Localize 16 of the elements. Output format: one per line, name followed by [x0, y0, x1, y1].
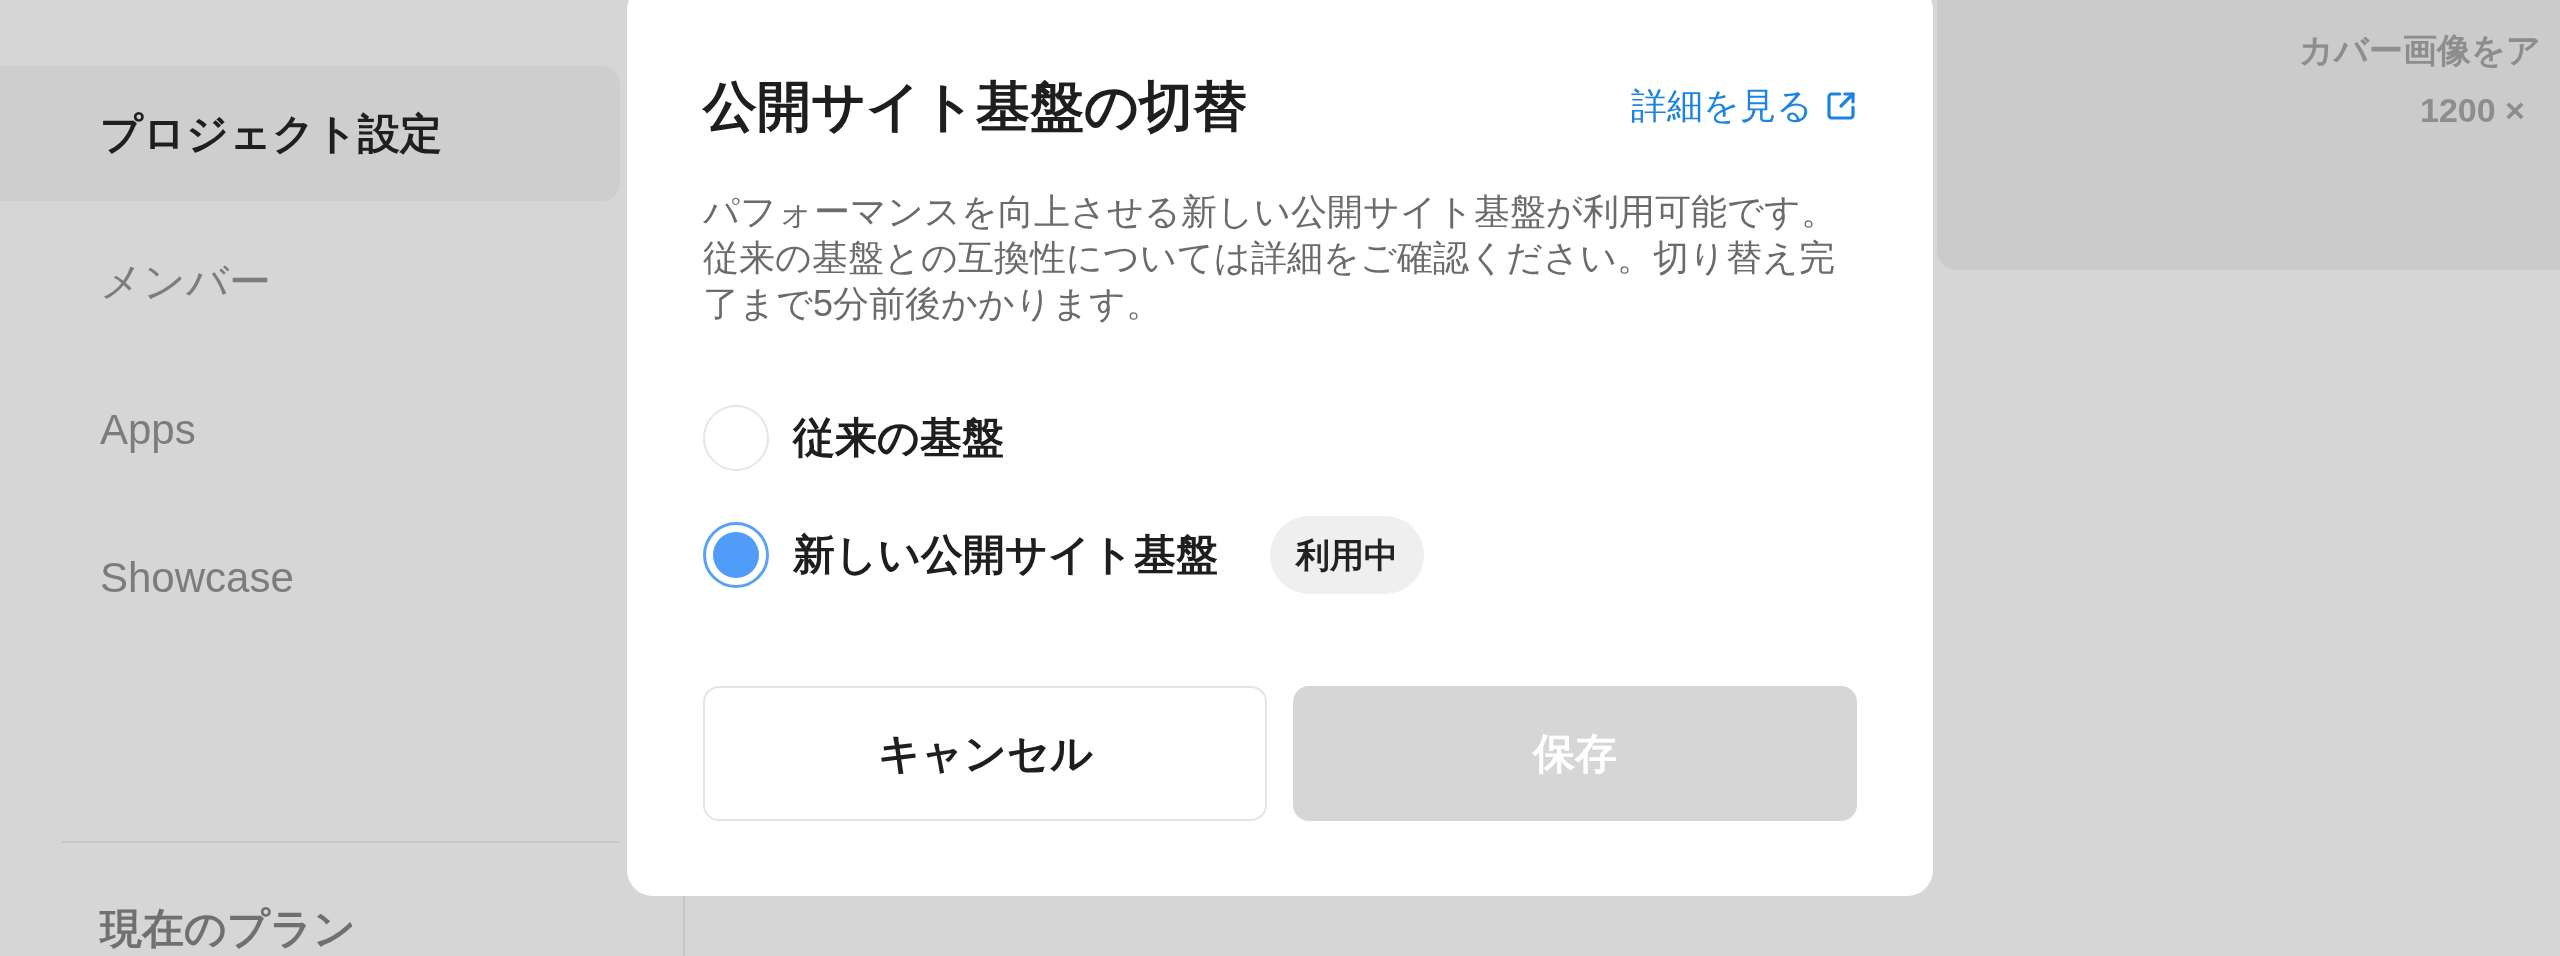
upload-prompt: カバー画像をア: [2299, 30, 2541, 71]
image-size-text: 1200 ×: [2420, 90, 2525, 131]
radio-label[interactable]: 新しい公開サイト基盤: [793, 529, 1218, 581]
sidebar-item[interactable]: Apps: [0, 362, 620, 497]
status-badge: 利用中: [1270, 516, 1424, 594]
sidebar-item[interactable]: Showcase: [0, 510, 620, 645]
plan-heading: 現在のプラン: [100, 907, 356, 951]
sidebar-item[interactable]: プロジェクト設定: [0, 66, 620, 201]
external-link-icon: [1825, 90, 1857, 122]
radio-label[interactable]: 従来の基盤: [793, 412, 1004, 464]
details-link[interactable]: 詳細を見る: [1631, 84, 1857, 128]
cancel-button[interactable]: キャンセル: [703, 686, 1267, 821]
dialog-description: パフォーマンスを向上させる新しい公開サイト基盤が利用可能です。従来の基盤との互換性については詳細をご確認ください。切り替え完了まで5分前後かかります。: [703, 190, 1838, 326]
cover-upload-area[interactable]: カバー画像をア 1200 ×: [1937, 0, 2560, 270]
sidebar-item[interactable]: メンバー: [0, 214, 620, 349]
dialog-title: 公開サイト基盤の切替: [703, 75, 1247, 138]
